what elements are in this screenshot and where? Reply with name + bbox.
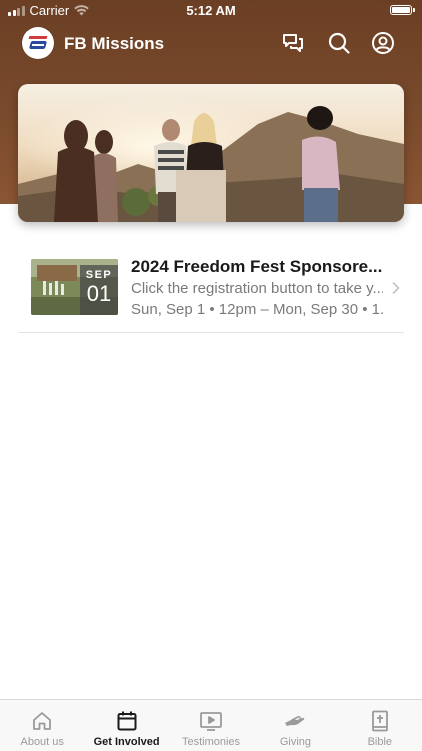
event-day: 01 [86, 281, 112, 306]
app-title: FB Missions [64, 34, 165, 53]
tab-giving[interactable]: Giving [253, 700, 337, 751]
messages-icon[interactable] [281, 31, 305, 55]
chevron-right-icon [392, 282, 400, 294]
app-logo[interactable] [22, 27, 54, 59]
status-time: 5:12 AM [186, 3, 236, 18]
event-thumbnail: SEP 01 [31, 259, 118, 315]
event-description: Click the registration button to take y.… [131, 280, 383, 297]
list-divider [18, 332, 404, 333]
app-bar: FB Missions [0, 24, 422, 64]
tab-about-us[interactable]: About us [0, 700, 84, 751]
tab-label: Bible [367, 736, 393, 748]
status-bar: Carrier 5:12 AM [0, 0, 422, 22]
tab-label: About us [20, 736, 64, 748]
tab-label: Giving [279, 736, 312, 748]
tab-get-involved[interactable]: Get Involved [84, 700, 168, 751]
event-list-item[interactable]: SEP 01 2024 Freedom Fest Sponsore... Cli… [0, 248, 422, 332]
event-title: 2024 Freedom Fest Sponsore... [131, 257, 383, 276]
event-month: SEP [85, 269, 113, 281]
bible-icon [371, 710, 388, 732]
tab-testimonies[interactable]: Testimonies [169, 700, 253, 751]
battery-icon [390, 5, 415, 15]
event-date-badge: SEP 01 [80, 265, 118, 315]
tab-bar: About us Get Involved Testimonies Giving [0, 699, 422, 751]
tab-label: Get Involved [93, 736, 160, 748]
hero-image[interactable] [18, 84, 404, 222]
account-icon[interactable] [371, 31, 395, 55]
search-icon[interactable] [327, 31, 351, 55]
play-icon [200, 712, 222, 731]
giving-hand-icon [285, 716, 305, 726]
tab-bible[interactable]: Bible [338, 700, 422, 751]
event-datetime: Sun, Sep 1 • 12pm – Mon, Sep 30 • 1... [131, 301, 383, 318]
tab-label: Testimonies [181, 736, 241, 748]
calendar-icon [117, 711, 137, 731]
home-icon [33, 712, 52, 730]
